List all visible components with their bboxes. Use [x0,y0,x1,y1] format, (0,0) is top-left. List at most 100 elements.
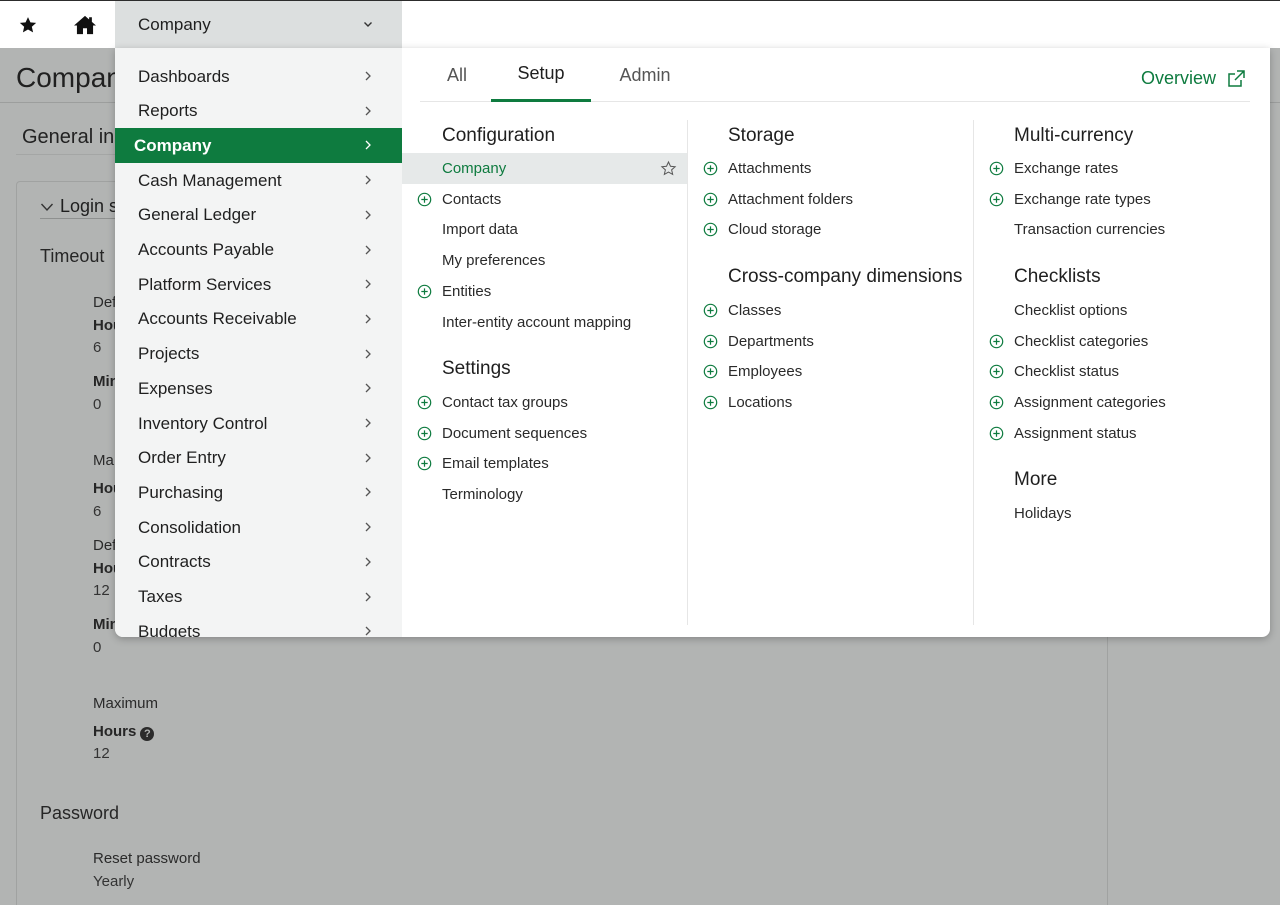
module-item-inventory-control[interactable]: Inventory Control [115,406,402,441]
module-item-accounts-receivable[interactable]: Accounts Receivable [115,302,402,337]
menu-link-checklist-status[interactable]: Checklist status [989,356,1120,387]
field-label: Ma [93,452,114,469]
add-icon[interactable] [703,161,718,176]
menu-link-checklist-options[interactable]: Checklist options [1014,295,1127,326]
menu-link-employees[interactable]: Employees [703,356,802,387]
menu-link-cloud-storage[interactable]: Cloud storage [703,214,821,245]
chevron-right-icon [365,418,371,428]
module-item-platform-services[interactable]: Platform Services [115,267,402,302]
company-menu-button[interactable]: Company [115,1,402,49]
menu-link-label: Contact tax groups [442,394,568,411]
module-item-general-ledger[interactable]: General Ledger [115,198,402,233]
help-icon[interactable]: ? [140,727,155,741]
add-icon[interactable] [417,192,432,207]
add-icon[interactable] [417,284,432,299]
module-item-consolidation[interactable]: Consolidation [115,510,402,545]
module-item-label: Purchasing [138,482,224,502]
section-heading-settings: Settings [442,358,511,379]
menu-link-transaction-currencies[interactable]: Transaction currencies [1014,214,1165,245]
add-icon[interactable] [989,334,1004,349]
menu-link-classes[interactable]: Classes [703,295,781,326]
home-icon[interactable] [57,1,113,49]
menu-link-locations[interactable]: Locations [703,387,793,418]
menu-link-attachment-folders[interactable]: Attachment folders [703,184,853,215]
add-icon[interactable] [703,222,718,237]
hours-label: Hours [93,723,137,740]
favorite-star-icon[interactable] [660,160,677,177]
add-icon[interactable] [989,364,1004,379]
tab-setup[interactable]: Setup [491,48,591,102]
module-item-accounts-payable[interactable]: Accounts Payable [115,233,402,268]
menu-link-label: Checklist status [1014,363,1120,381]
menu-link-label: Document sequences [442,424,588,442]
menu-link-holidays[interactable]: Holidays [1014,498,1072,529]
tab-all[interactable]: All [439,48,475,102]
menu-link-contact-tax-groups[interactable]: Contact tax groups [417,387,568,418]
field-value: 0 [93,639,102,656]
menu-link-label: Company [442,160,507,177]
add-icon[interactable] [989,192,1004,207]
menu-link-label: Locations [728,394,793,412]
add-icon[interactable] [417,426,432,441]
module-item-contracts[interactable]: Contracts [115,545,402,580]
menu-link-entities[interactable]: Entities [417,276,491,307]
add-icon[interactable] [703,395,718,410]
field-label: Def [93,537,117,554]
menu-link-label: Terminology [442,486,523,504]
menu-link-assignment-status[interactable]: Assignment status [989,418,1137,449]
menu-link-exchange-rates[interactable]: Exchange rates [989,153,1118,184]
add-icon[interactable] [989,426,1004,441]
page-title: Compan [16,62,122,93]
menu-link-label: My preferences [442,252,546,270]
menu-link-document-sequences[interactable]: Document sequences [417,418,588,449]
chevron-right-icon [365,383,371,393]
tab-admin[interactable]: Admin [612,48,678,102]
menu-link-company[interactable]: Company [402,153,687,184]
add-icon[interactable] [703,192,718,207]
chevron-right-icon [365,245,371,254]
menu-link-terminology[interactable]: Terminology [442,479,523,510]
menu-link-assignment-categories[interactable]: Assignment categories [989,387,1166,418]
module-item-company[interactable]: Company [115,128,402,164]
menu-link-import-data[interactable]: Import data [442,214,518,245]
menu-link-checklist-categories[interactable]: Checklist categories [989,326,1148,357]
module-item-order-entry[interactable]: Order Entry [115,441,402,476]
menu-link-label: Holidays [1014,505,1072,522]
password-heading: Password [40,803,120,823]
add-icon[interactable] [989,395,1004,410]
menu-link-attachments[interactable]: Attachments [703,153,811,184]
module-item-reports[interactable]: Reports [115,94,402,129]
module-item-cash-management[interactable]: Cash Management [115,163,402,198]
login-section-toggle[interactable]: Login s [40,196,118,217]
module-item-projects[interactable]: Projects [115,337,402,372]
top-bar: Company [0,0,1280,49]
menu-link-inter-entity-account-mapping[interactable]: Inter-entity account mapping [442,307,631,338]
module-item-budgets[interactable]: Budgets [115,614,402,637]
chevron-right-icon [365,106,371,116]
module-item-dashboards[interactable]: Dashboards [115,59,402,94]
section-heading-checklists: Checklists [1014,266,1101,287]
timeout-heading: Timeout [40,246,105,266]
external-link-icon [1228,69,1245,87]
module-item-taxes[interactable]: Taxes [115,580,402,615]
module-item-label: Dashboards [138,66,230,86]
add-icon[interactable] [417,395,432,410]
module-item-label: Platform Services [138,274,272,294]
add-icon[interactable] [703,303,718,318]
module-item-expenses[interactable]: Expenses [115,371,402,406]
mega-menu: Dashboards Reports Company Cash Management G… [115,48,1270,637]
add-icon[interactable] [703,364,718,379]
menu-link-contacts[interactable]: Contacts [417,184,501,215]
menu-link-email-templates[interactable]: Email templates [417,448,549,479]
section-heading-storage: Storage [728,125,795,146]
favorites-star-icon[interactable] [0,1,56,49]
menu-link-exchange-rate-types[interactable]: Exchange rate types [989,184,1151,215]
add-icon[interactable] [989,161,1004,176]
column-divider [687,120,688,625]
overview-link[interactable]: Overview [1141,68,1246,89]
add-icon[interactable] [703,334,718,349]
module-item-purchasing[interactable]: Purchasing [115,475,402,510]
menu-link-my-preferences[interactable]: My preferences [442,245,545,276]
add-icon[interactable] [417,456,432,471]
menu-link-departments[interactable]: Departments [703,326,814,357]
